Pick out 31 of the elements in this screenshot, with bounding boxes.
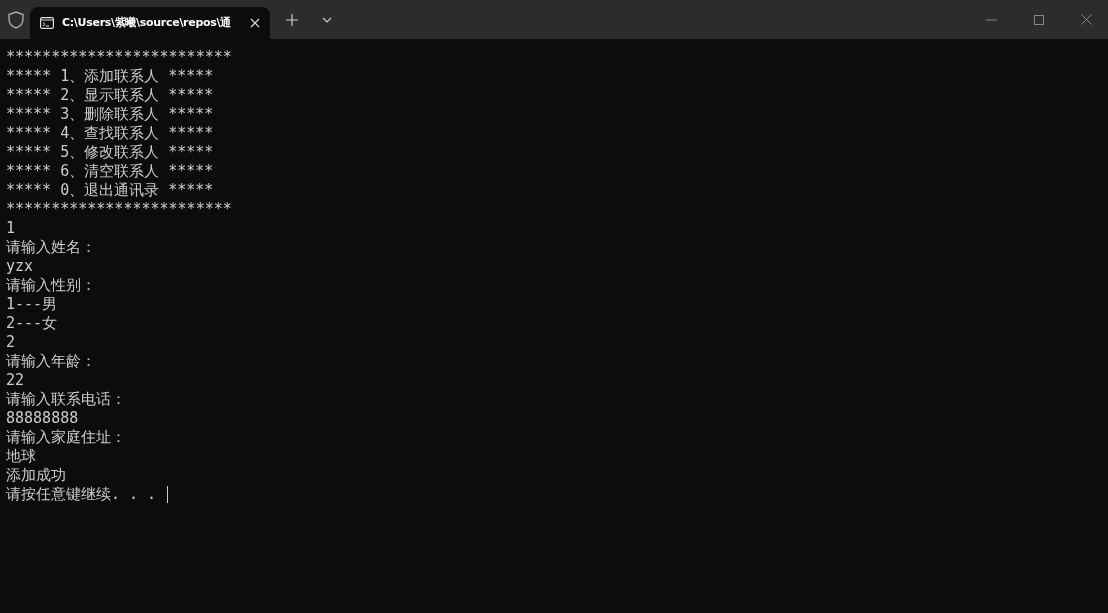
console-line: yzx	[6, 257, 34, 276]
console-line: 请输入家庭住址：	[6, 428, 126, 447]
console-line: ***** 5、修改联系人 *****	[6, 143, 214, 162]
console-line: *************************	[6, 48, 232, 67]
dropdown-icon[interactable]	[322, 16, 332, 23]
console-line: 88888888	[6, 409, 79, 428]
console-line: 2---女	[6, 314, 58, 333]
console-line: 22	[6, 371, 25, 390]
tab-title: C:\Users\紫曦\source\repos\通	[62, 14, 232, 31]
terminal-tab[interactable]: C:\Users\紫曦\source\repos\通	[30, 7, 270, 39]
console-line: ***** 3、删除联系人 *****	[6, 105, 214, 124]
console-line: 1---男	[6, 295, 58, 314]
console-line: 请输入年龄：	[6, 352, 96, 371]
shield-icon[interactable]	[8, 10, 24, 29]
console-line: 2	[6, 333, 16, 352]
maximize-icon[interactable]	[1034, 14, 1044, 25]
console-line: 地球	[6, 447, 36, 466]
console-line: 请输入联系电话：	[6, 390, 126, 409]
plus-icon[interactable]	[286, 13, 298, 26]
console-line: ***** 4、查找联系人 *****	[6, 124, 214, 143]
console-line: 请输入姓名：	[6, 238, 96, 257]
console-icon	[40, 17, 54, 29]
console-line: 请输入性别：	[6, 276, 96, 295]
console-line: 请按任意键继续. . .	[6, 485, 158, 504]
console-line: ***** 2、显示联系人 *****	[6, 86, 214, 105]
console-line: 添加成功	[6, 466, 66, 485]
console-line: ***** 1、添加联系人 *****	[6, 67, 214, 86]
console-line: ***** 0、退出通讯录 *****	[6, 181, 214, 200]
console-line: ***** 6、清空联系人 *****	[6, 162, 214, 181]
console-line: *************************	[6, 200, 232, 219]
console-line: 1	[6, 219, 16, 238]
